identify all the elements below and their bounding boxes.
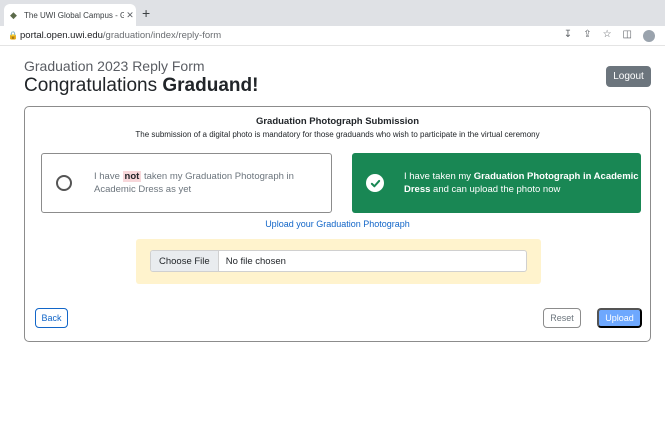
share-icon[interactable]: ⇪ <box>583 29 591 42</box>
tab-close-icon[interactable]: ✕ <box>124 10 136 21</box>
option-taken-text: I have taken my Graduation Photograph in… <box>404 170 641 196</box>
title-bold: Graduand! <box>162 75 259 96</box>
browser-tab[interactable]: ◆ The UWI Global Campus - Grad ✕ <box>4 4 136 26</box>
page-subtitle: Graduation 2023 Reply Form <box>24 58 205 74</box>
url-host: portal.open.uwi.edu <box>20 30 103 41</box>
browser-toolbar-icons: ↧ ⇪ ☆ ◫ <box>564 29 655 42</box>
logout-button[interactable]: Logout <box>606 66 651 87</box>
new-tab-button[interactable]: + <box>142 5 150 21</box>
address-bar[interactable]: 🔒 portal.open.uwi.edu/graduation/index/r… <box>0 26 665 46</box>
download-icon[interactable]: ↧ <box>564 29 572 42</box>
option-not-taken[interactable]: I have not taken my Graduation Photograp… <box>41 153 332 213</box>
file-upload-zone: Choose File No file chosen <box>136 239 541 284</box>
photo-submission-card: Graduation Photograph Submission The sub… <box>24 106 651 342</box>
option-taken-text-after: and can upload the photo now <box>430 184 561 195</box>
option-not-text-before: I have <box>94 171 123 182</box>
back-button[interactable]: Back <box>35 308 68 328</box>
option-not-taken-text: I have not taken my Graduation Photograp… <box>94 170 331 196</box>
tab-title: The UWI Global Campus - Grad <box>24 10 124 20</box>
url-text[interactable]: portal.open.uwi.edu/graduation/index/rep… <box>20 30 221 41</box>
check-circle-icon[interactable] <box>366 174 384 192</box>
upload-photo-link[interactable]: Upload your Graduation Photograph <box>25 219 650 229</box>
lock-icon[interactable]: 🔒 <box>8 31 18 40</box>
browser-tabstrip: ◆ The UWI Global Campus - Grad ✕ + <box>0 0 665 26</box>
option-not-highlight: not <box>122 171 142 182</box>
page-title: Congratulations Graduand! <box>24 75 258 97</box>
option-taken[interactable]: I have taken my Graduation Photograph in… <box>352 153 641 213</box>
card-heading: Graduation Photograph Submission <box>255 116 420 127</box>
card-subheading: The submission of a digital photo is man… <box>135 130 540 139</box>
profile-icon[interactable] <box>643 30 655 42</box>
star-icon[interactable]: ☆ <box>603 29 612 42</box>
option-taken-text-before: I have taken my <box>404 171 474 182</box>
sidepanel-icon[interactable]: ◫ <box>623 29 632 42</box>
upload-button[interactable]: Upload <box>597 308 642 328</box>
reset-button[interactable]: Reset <box>543 308 581 328</box>
file-status: No file chosen <box>225 255 286 267</box>
title-prefix: Congratulations <box>24 75 163 96</box>
choose-file-button[interactable]: Choose File <box>151 251 219 271</box>
url-path: /graduation/index/reply-form <box>102 30 222 41</box>
site-favicon-icon: ◆ <box>10 9 17 20</box>
radio-unchecked-icon[interactable] <box>56 175 72 191</box>
file-input[interactable]: Choose File No file chosen <box>150 250 527 272</box>
